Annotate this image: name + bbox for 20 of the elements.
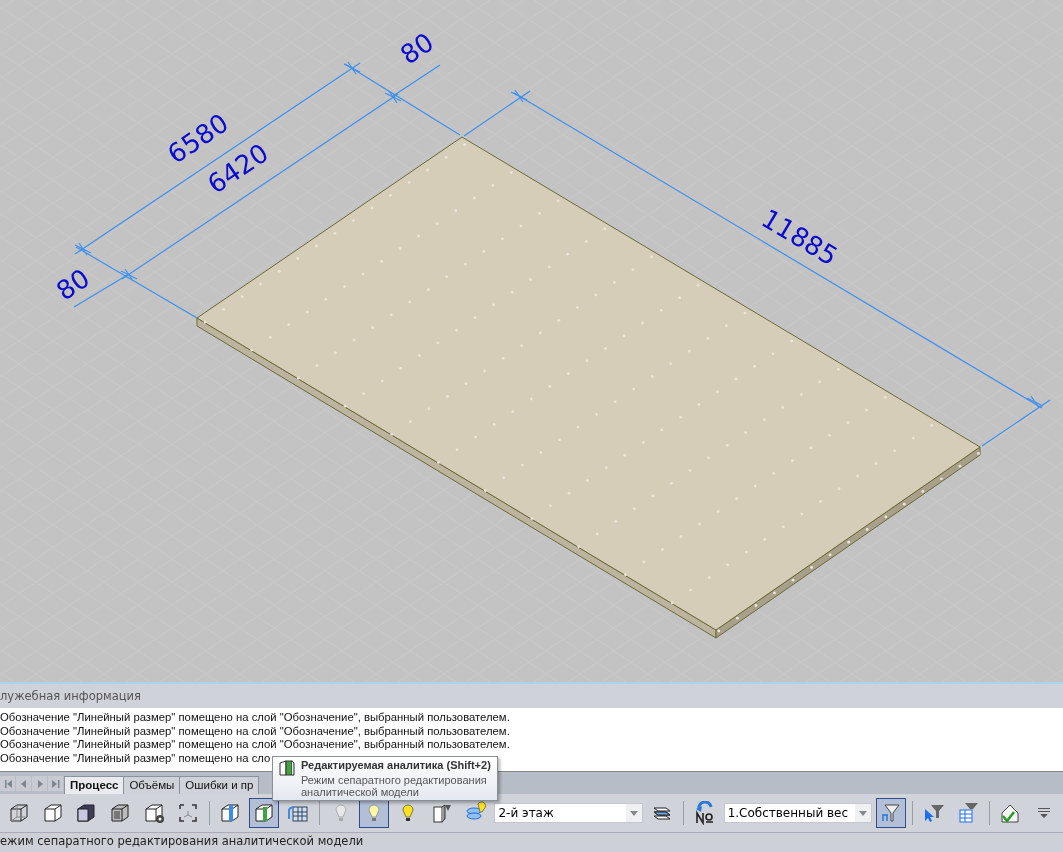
tab[interactable]: Объёмы <box>123 776 181 794</box>
tooltip-title: Редактируемая аналитика (Shift+2) <box>301 759 492 772</box>
last-page-icon[interactable] <box>49 777 62 790</box>
dropdown[interactable]: 2-й этаж <box>494 803 644 823</box>
caret-icon <box>859 810 868 816</box>
message-line: Обозначение "Линейный размер" помещено на слой "Обозначение", выбранный пользователем. <box>0 711 510 725</box>
message-line: Обозначение "Линейный размер" помещено на слой "Обозначение", выбранный пользователем. <box>0 738 510 752</box>
tab[interactable]: Процесс <box>64 776 125 794</box>
tab[interactable]: Ошибки и пр <box>179 776 260 794</box>
dropdown[interactable]: 1.Собственный вес <box>723 803 873 823</box>
caret-icon <box>630 810 639 816</box>
overflow-icon <box>1037 807 1052 819</box>
toolbar-button[interactable] <box>249 798 279 828</box>
dimension-label: 80 <box>394 26 440 71</box>
toolbar-button[interactable] <box>876 798 907 828</box>
dimension-label: 80 <box>50 262 96 307</box>
tooltip-text: Режим сепаратного редактирования аналитической модели <box>301 774 488 798</box>
analytics-icon <box>278 759 296 777</box>
message-line: Обозначение "Линейный размер" помещено на сло <box>0 751 271 766</box>
message-line: Обозначение "Линейный размер" помещено на слой "Обозначение", выбранный пользователем. <box>0 724 510 739</box>
